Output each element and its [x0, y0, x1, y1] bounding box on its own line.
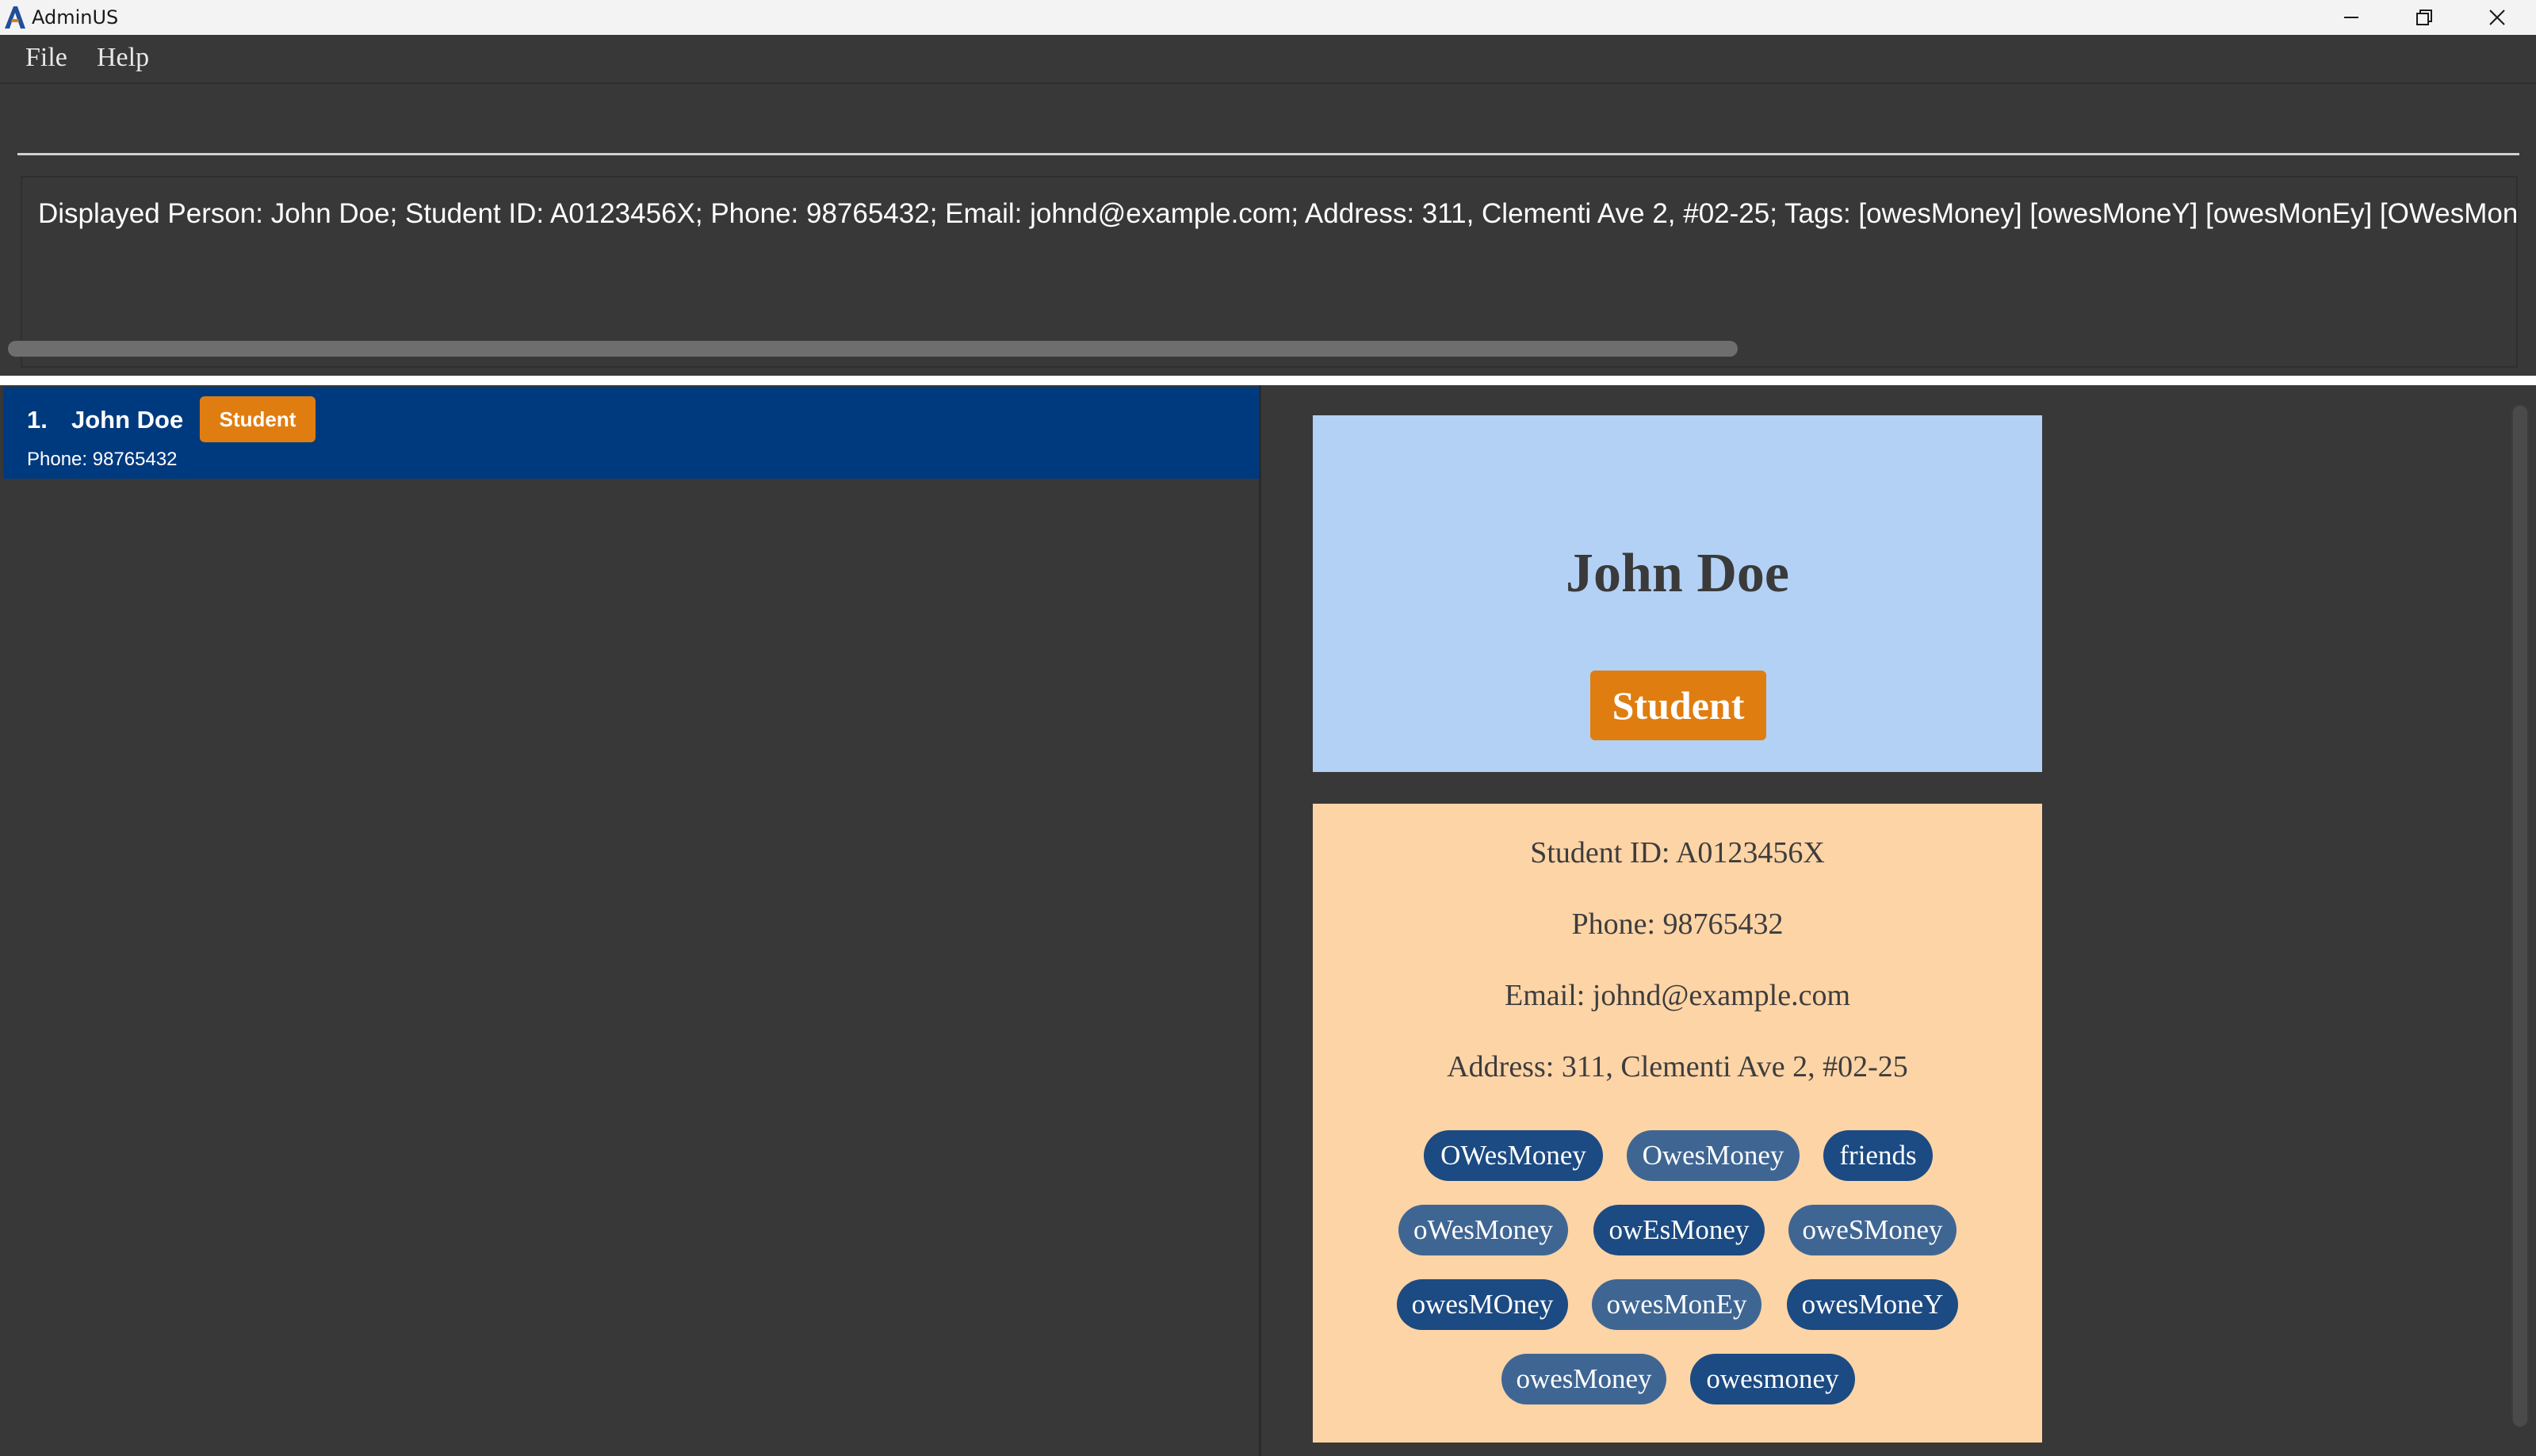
- tag-chip: OWesMoney: [1424, 1130, 1603, 1181]
- detail-header-card: John Doe Student: [1313, 415, 2042, 772]
- tag-chip: owesmoney: [1690, 1354, 1855, 1404]
- person-card[interactable]: 1. John Doe Student Phone: 98765432: [3, 387, 1259, 479]
- command-input[interactable]: [17, 86, 2519, 155]
- detail-name: John Doe: [1566, 543, 1789, 604]
- admin-logo-icon: [5, 6, 25, 29]
- menu-help[interactable]: Help: [97, 43, 149, 73]
- tag-chip: owesMonEy: [1592, 1279, 1761, 1330]
- detail-student-id: Student ID: A0123456X: [1530, 836, 1825, 869]
- maximize-button[interactable]: [2388, 0, 2461, 35]
- person-phone: Phone: 98765432: [27, 449, 178, 470]
- tag-chip: owesMoney: [1501, 1354, 1666, 1404]
- tag-chip: oweSMoney: [1788, 1205, 1957, 1255]
- result-display-area: Displayed Person: John Doe; Student ID: …: [0, 168, 2536, 374]
- detail-email: Email: johnd@example.com: [1505, 979, 1850, 1012]
- result-horizontal-scrollbar[interactable]: [8, 341, 1738, 357]
- tag-chip: friends: [1823, 1130, 1933, 1181]
- detail-info-card: Student ID: A0123456X Phone: 98765432 Em…: [1313, 804, 2042, 1443]
- window-title: AdminUS: [32, 6, 119, 29]
- maximize-icon: [2416, 10, 2432, 25]
- person-name: John Doe: [71, 406, 184, 434]
- menu-file[interactable]: File: [25, 43, 67, 73]
- detail-address: Address: 311, Clementi Ave 2, #02-25: [1447, 1050, 1908, 1083]
- tag-chip: OwesMoney: [1627, 1130, 1800, 1181]
- section-divider: [0, 376, 2536, 385]
- tag-chip: owEsMoney: [1593, 1205, 1765, 1255]
- tag-chip: owesMoneY: [1787, 1279, 1958, 1330]
- close-button[interactable]: [2461, 0, 2534, 35]
- tag-chip: owesMOney: [1397, 1279, 1568, 1330]
- menu-bar: File Help: [0, 35, 2536, 84]
- close-icon: [2489, 10, 2505, 25]
- title-bar: AdminUS: [0, 0, 2536, 35]
- detail-role-badge: Student: [1590, 671, 1766, 740]
- person-role-badge: Student: [200, 396, 316, 442]
- detail-phone: Phone: 98765432: [1571, 908, 1784, 941]
- person-index: 1.: [27, 406, 48, 434]
- person-list-panel: 1. John Doe Student Phone: 98765432: [0, 385, 1259, 1456]
- result-text: Displayed Person: John Doe; Student ID: …: [38, 198, 2518, 229]
- minimize-button[interactable]: [2315, 0, 2388, 35]
- command-box: [0, 86, 2536, 168]
- tag-chip: oWesMoney: [1398, 1205, 1568, 1255]
- detail-scrollbar-thumb[interactable]: [2513, 406, 2527, 1427]
- result-display[interactable]: Displayed Person: John Doe; Student ID: …: [21, 176, 2518, 368]
- minimize-icon: [2344, 17, 2358, 18]
